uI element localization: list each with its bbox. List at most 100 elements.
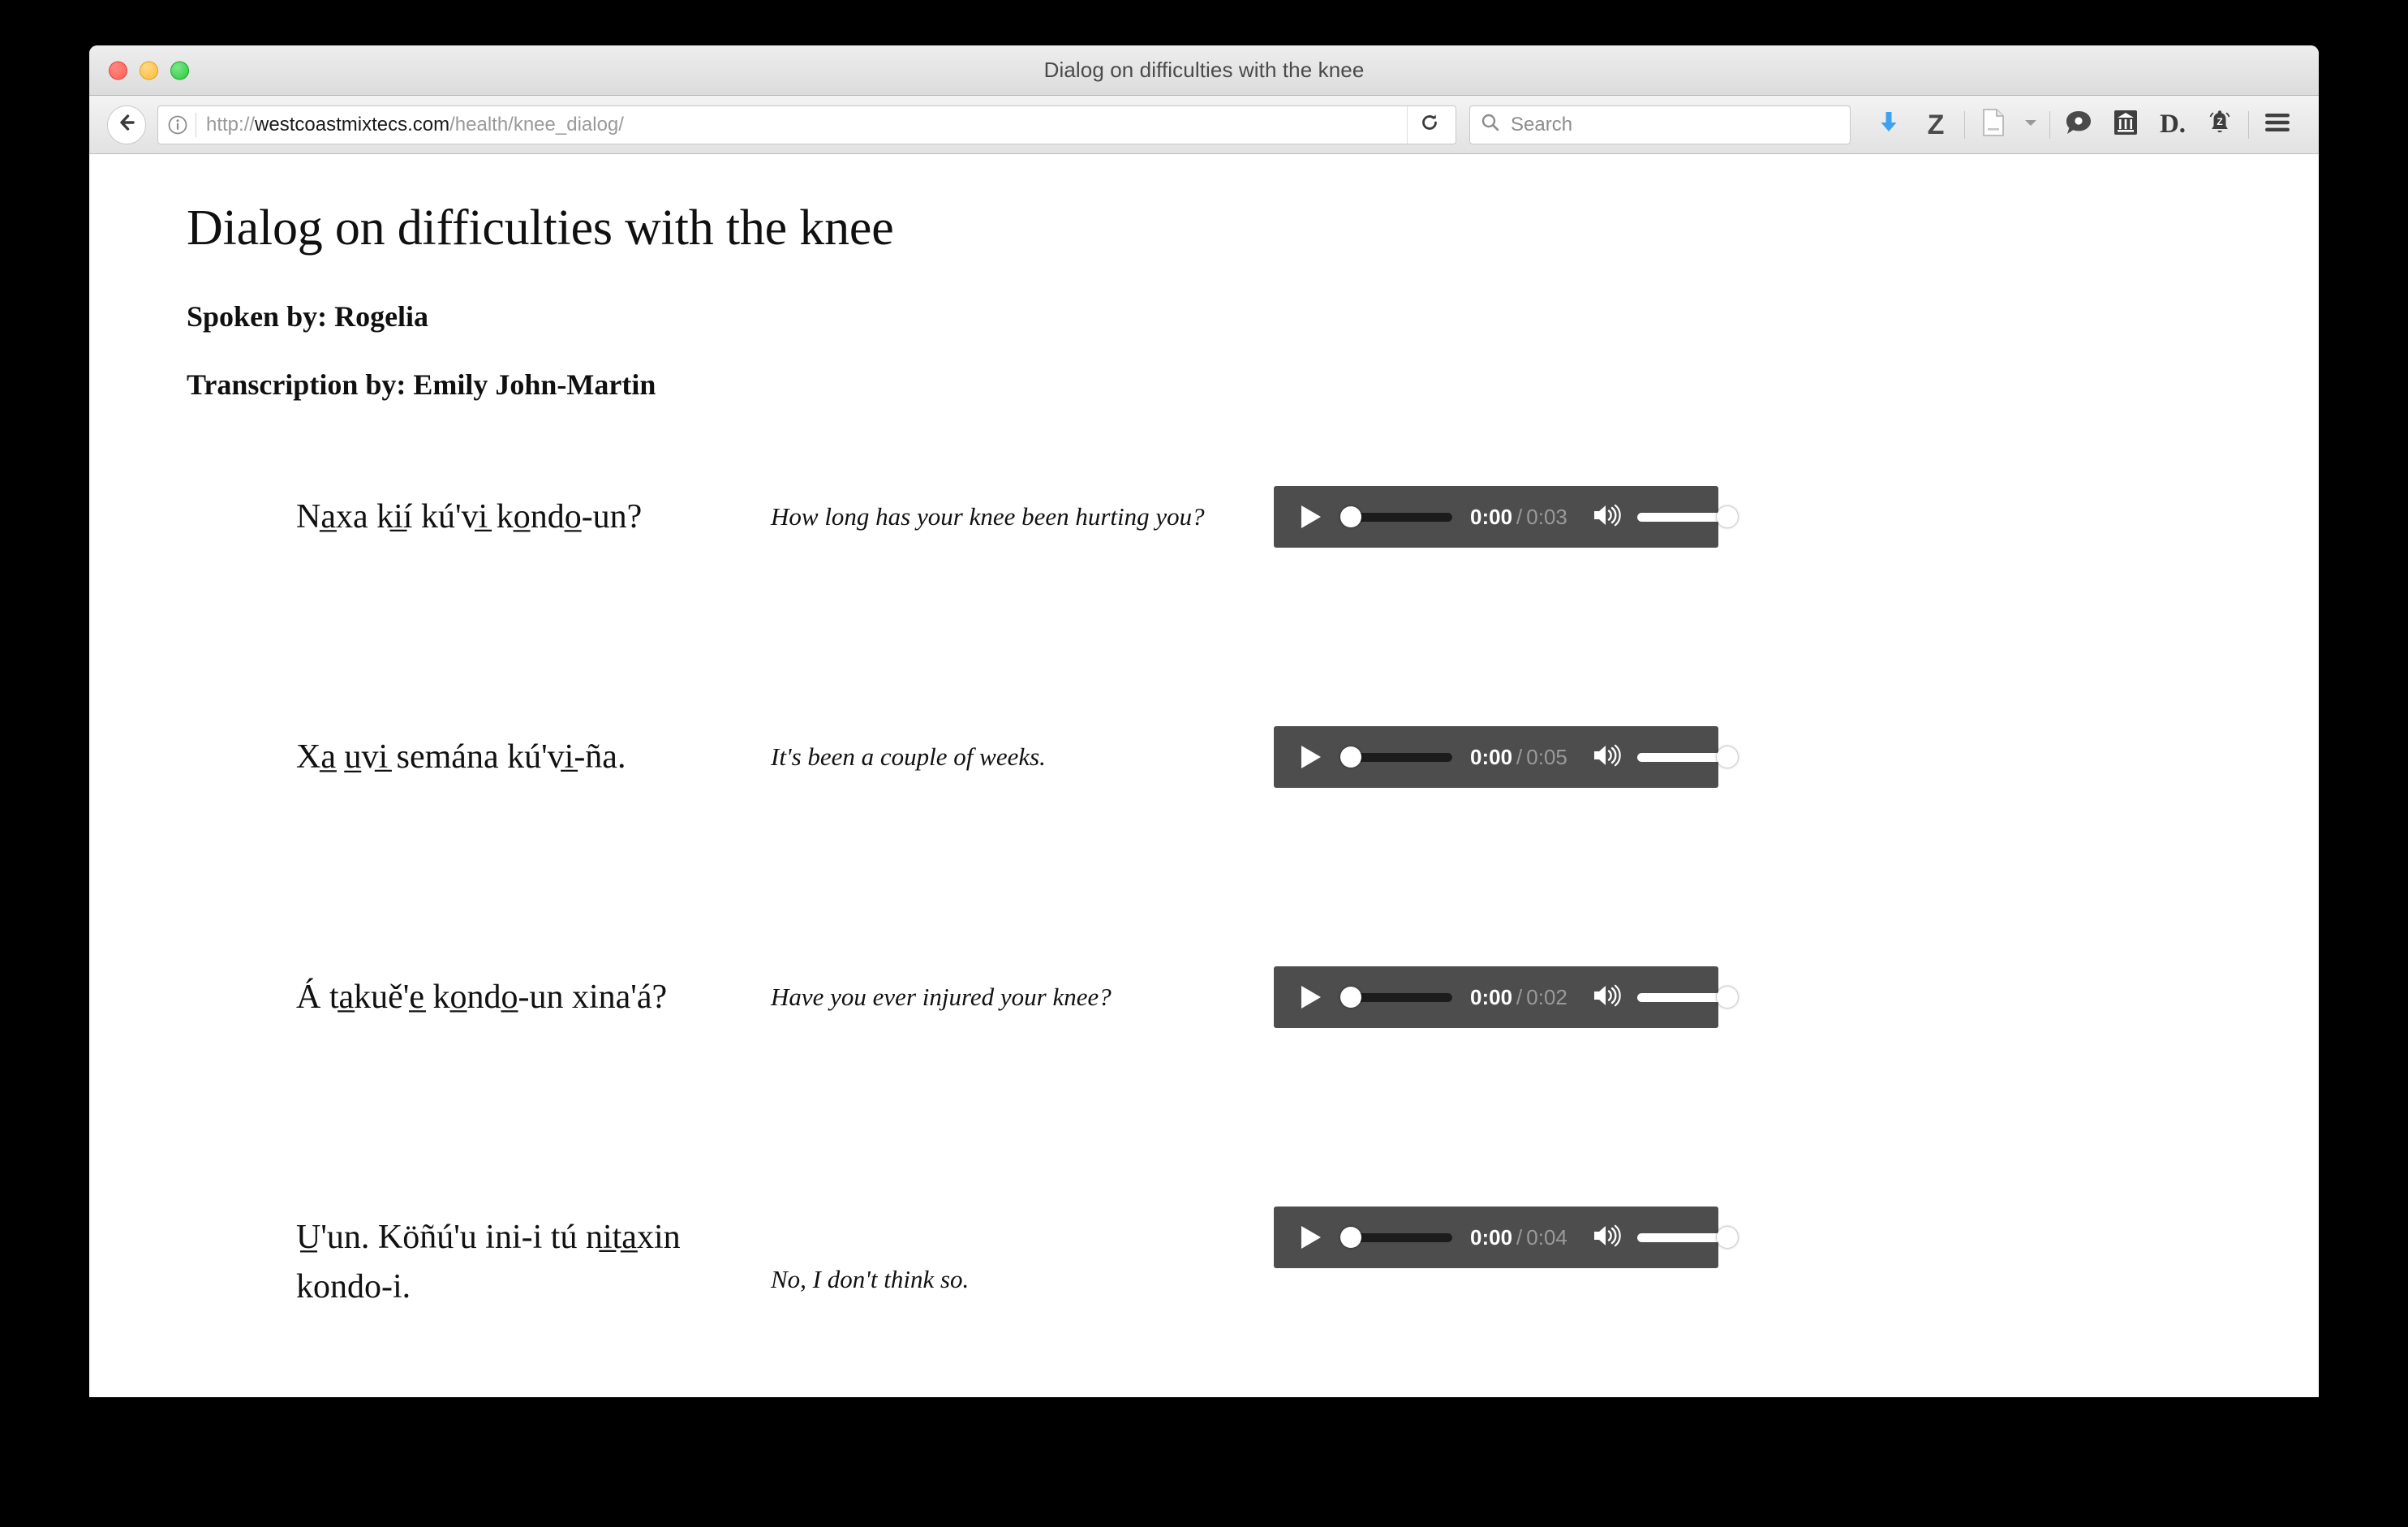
time-separator: / — [1516, 984, 1523, 1009]
close-window-button[interactable] — [109, 61, 127, 80]
bell-alert-icon: Z — [2206, 109, 2234, 140]
time-separator: / — [1516, 744, 1523, 769]
play-button[interactable] — [1290, 976, 1332, 1018]
reload-icon — [1418, 111, 1441, 138]
current-time: 0:00 — [1470, 504, 1513, 529]
current-time: 0:00 — [1470, 984, 1513, 1009]
audio-cell: 0:00/0:05 — [1274, 690, 1738, 788]
mute-button[interactable] — [1587, 497, 1629, 536]
native-transcription: Na̲xa ki̲í kú'vi̲ ko̲ndo̲-un? — [296, 498, 643, 536]
current-time: 0:00 — [1470, 1224, 1513, 1250]
window-titlebar: Dialog on difficulties with the knee — [89, 45, 2319, 96]
progress-slider[interactable] — [1340, 746, 1452, 768]
speech-bubble-icon — [2064, 109, 2093, 140]
address-bar-url: http://westcoastmixtecs.com/health/knee_… — [206, 114, 624, 136]
english-translation: Have you ever injured your knee? — [771, 983, 1112, 1011]
volume-slider[interactable] — [1636, 506, 1738, 527]
audio-player[interactable]: 0:00/0:04 — [1274, 1207, 1738, 1268]
dictionary-button[interactable]: D. — [2149, 105, 2196, 144]
time-separator: / — [1516, 504, 1523, 529]
search-bar[interactable]: Search — [1469, 105, 1851, 144]
volume-knob[interactable] — [1716, 746, 1738, 768]
duration: 0:05 — [1526, 744, 1567, 769]
play-icon — [1301, 986, 1321, 1009]
traffic-lights — [109, 61, 189, 80]
time-separator: / — [1516, 1224, 1523, 1250]
audio-cell: 0:00/0:02 — [1274, 931, 1738, 1028]
dialog-rows: Na̲xa ki̲í kú'vi̲ ko̲ndo̲-un? How long h… — [187, 450, 2221, 1397]
search-input[interactable]: Search — [1511, 114, 1572, 136]
time-display: 0:00/0:03 — [1470, 505, 1567, 530]
progress-knob[interactable] — [1340, 506, 1361, 527]
mute-button[interactable] — [1587, 738, 1629, 776]
url-host: westcoastmixtecs.com — [255, 113, 450, 135]
volume-icon — [1592, 983, 1624, 1013]
table-row: Na̲xa ki̲í kú'vi̲ ko̲ndo̲-un? How long h… — [187, 450, 2221, 690]
progress-slider[interactable] — [1340, 1227, 1452, 1248]
save-to-zotero-button[interactable] — [1970, 105, 2017, 144]
play-button[interactable] — [1290, 736, 1332, 778]
english-translation: No, I don't think so. — [771, 1265, 970, 1293]
back-button[interactable] — [107, 105, 146, 144]
volume-icon — [1592, 742, 1624, 772]
volume-slider[interactable] — [1636, 746, 1738, 768]
search-icon — [1480, 112, 1501, 137]
mute-button[interactable] — [1587, 1218, 1629, 1257]
back-arrow-icon — [115, 111, 138, 138]
minimize-window-button[interactable] — [140, 61, 158, 80]
browser-window: Dialog on difficulties with the knee htt… — [89, 45, 2319, 1397]
volume-knob[interactable] — [1716, 987, 1738, 1008]
volume-icon — [1592, 502, 1624, 532]
play-icon — [1301, 505, 1321, 528]
url-path: /health/knee_dialog/ — [449, 113, 624, 135]
progress-knob[interactable] — [1340, 746, 1361, 768]
library-button[interactable] — [2102, 105, 2149, 144]
table-row: Xa̲ u̲vi̲ semána kú'vi̲-ña. It's been a … — [187, 690, 2221, 931]
page-content: Dialog on difficulties with the knee Spo… — [89, 154, 2319, 1397]
duration: 0:02 — [1526, 984, 1567, 1009]
audio-player[interactable]: 0:00/0:03 — [1274, 486, 1738, 548]
english-cell: How long has your knee been hurting you? — [771, 450, 1274, 536]
volume-slider[interactable] — [1636, 987, 1738, 1008]
document-icon — [1980, 108, 2006, 141]
window-title: Dialog on difficulties with the knee — [1043, 58, 1365, 82]
zotero-button[interactable]: Z — [1912, 105, 1959, 144]
address-bar[interactable]: http://westcoastmixtecs.com/health/knee_… — [157, 105, 1456, 144]
progress-knob[interactable] — [1340, 1227, 1361, 1248]
duration: 0:03 — [1526, 504, 1567, 529]
annotation-button[interactable] — [2055, 105, 2102, 144]
native-cell: U̲'un. Köñú'u ini-i tú ni̲ta̲xin kondo-i… — [187, 1171, 771, 1312]
english-cell: It's been a couple of weeks. — [771, 690, 1274, 776]
audio-player[interactable]: 0:00/0:02 — [1274, 966, 1738, 1028]
table-row: Á ta̲kuě'e̲ ko̲ndo̲-un xina'á? Have you … — [187, 931, 2221, 1171]
zotero-icon: Z — [1927, 109, 1945, 140]
volume-slider[interactable] — [1636, 1227, 1738, 1248]
progress-slider[interactable] — [1340, 987, 1452, 1008]
audio-cell: 0:00/0:04 — [1274, 1171, 1738, 1268]
play-icon — [1301, 746, 1321, 768]
native-cell: Na̲xa ki̲í kú'vi̲ ko̲ndo̲-un? — [187, 450, 771, 542]
save-to-zotero-dropdown[interactable] — [2017, 105, 2045, 144]
info-icon[interactable] — [166, 114, 189, 136]
volume-knob[interactable] — [1716, 506, 1738, 527]
play-button[interactable] — [1290, 496, 1332, 538]
progress-slider[interactable] — [1340, 506, 1452, 527]
progress-knob[interactable] — [1340, 987, 1361, 1008]
maximize-window-button[interactable] — [170, 61, 189, 80]
chevron-down-icon — [2023, 117, 2039, 132]
volume-icon — [1592, 1223, 1624, 1253]
audio-cell: 0:00/0:03 — [1274, 450, 1738, 548]
downloads-button[interactable] — [1865, 105, 1912, 144]
play-button[interactable] — [1290, 1216, 1332, 1258]
audio-player[interactable]: 0:00/0:05 — [1274, 726, 1738, 788]
menu-button[interactable] — [2254, 105, 2301, 144]
reload-button[interactable] — [1407, 105, 1451, 144]
zotero-alert-button[interactable]: Z — [2196, 105, 2243, 144]
dictionary-icon: D. — [2159, 110, 2187, 139]
toolbar-divider-2 — [2049, 110, 2050, 139]
native-transcription: Xa̲ u̲vi̲ semána kú'vi̲-ña. — [296, 738, 626, 776]
volume-knob[interactable] — [1716, 1227, 1738, 1248]
toolbar-divider-3 — [2248, 110, 2249, 139]
mute-button[interactable] — [1587, 978, 1629, 1017]
hamburger-menu-icon — [2264, 111, 2291, 138]
